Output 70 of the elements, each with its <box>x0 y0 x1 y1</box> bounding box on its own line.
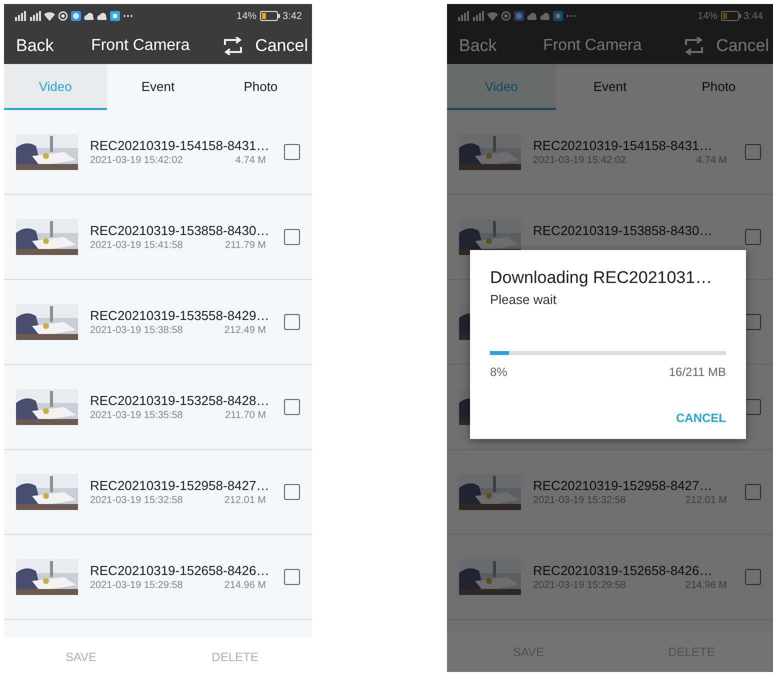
signal-icon <box>29 11 41 21</box>
cancel-button[interactable]: Cancel <box>712 36 773 56</box>
checkbox[interactable] <box>284 399 300 415</box>
back-button[interactable]: Back <box>12 36 58 56</box>
file-date: 2021-03-19 15:42:02 <box>90 154 183 166</box>
app-icon <box>553 11 563 21</box>
file-size: 212.01 M <box>224 494 266 506</box>
battery-percent: 14% <box>698 10 718 22</box>
checkbox[interactable] <box>284 314 300 330</box>
tab[interactable]: Photo <box>209 64 312 110</box>
checkbox[interactable] <box>745 229 761 245</box>
checkbox[interactable] <box>284 484 300 500</box>
wifi-icon <box>44 11 55 21</box>
file-name: REC20210319-152658-8426… <box>533 562 714 578</box>
screen-title: Front Camera <box>542 37 643 55</box>
screen-title: Front Camera <box>90 37 191 55</box>
file-date: 2021-03-19 15:35:58 <box>90 410 183 422</box>
checkbox[interactable] <box>284 229 300 245</box>
file-date: 2021-03-19 15:41:58 <box>90 240 183 252</box>
checkbox[interactable] <box>745 484 761 500</box>
tab[interactable]: Video <box>4 64 107 110</box>
wifi-icon <box>487 11 498 21</box>
battery-icon <box>720 11 741 21</box>
file-name: REC20210319-152658-8426… <box>90 562 270 578</box>
progress-size: 16/211 MB <box>668 365 726 379</box>
circle-icon <box>58 11 68 21</box>
checkbox[interactable] <box>284 144 300 160</box>
file-size: 211.79 M <box>225 240 266 252</box>
signal-icon <box>14 11 26 21</box>
circle-icon <box>501 11 511 21</box>
more-icon <box>566 14 576 18</box>
checkbox[interactable] <box>284 569 300 585</box>
app-icon <box>71 11 81 21</box>
file-size: 4.74 M <box>235 154 266 166</box>
file-size: 211.70 M <box>225 410 266 422</box>
switch-camera-icon[interactable] <box>223 37 244 55</box>
file-name: REC20210319-153258-8428… <box>90 392 270 408</box>
file-name: REC20210319-153858-8430… <box>533 222 714 238</box>
app-icon <box>514 11 524 21</box>
battery-percent: 14% <box>236 10 257 22</box>
signal-icon <box>457 11 469 21</box>
file-date: 2021-03-19 15:38:58 <box>90 324 183 336</box>
file-date: 2021-03-19 15:32:58 <box>90 494 183 506</box>
clock-time: 3:44 <box>744 10 763 22</box>
checkbox[interactable] <box>745 569 761 585</box>
back-button[interactable]: Back <box>455 36 501 56</box>
switch-camera-icon[interactable] <box>684 37 704 55</box>
file-size: 212.49 M <box>224 324 266 336</box>
file-name: REC20210319-153858-8430… <box>90 222 270 238</box>
checkbox[interactable] <box>745 144 761 160</box>
tab[interactable]: Photo <box>664 64 773 110</box>
battery-icon <box>260 11 280 21</box>
file-name: REC20210319-154158-8431… <box>90 138 270 152</box>
tab[interactable]: Event <box>106 64 210 110</box>
file-name: REC20210319-154158-8431… <box>533 138 714 152</box>
cancel-button[interactable]: CANCEL <box>676 411 726 425</box>
file-size: 214.96 M <box>224 580 266 592</box>
signal-icon <box>472 11 484 21</box>
tab[interactable]: Event <box>556 64 664 110</box>
progress-percent: 8% <box>490 365 508 379</box>
clock-time: 3:42 <box>282 10 302 22</box>
file-name: REC20210319-152958-8427… <box>533 478 714 492</box>
file-name: REC20210319-152958-8427… <box>90 478 270 492</box>
dialog-message: Please wait <box>490 292 558 307</box>
file-date: 2021-03-19 15:29:58 <box>90 580 183 592</box>
file-name: REC20210319-153558-8429… <box>90 308 270 322</box>
cancel-button[interactable]: Cancel <box>251 36 312 56</box>
more-icon <box>123 14 133 18</box>
app-icon <box>110 11 120 21</box>
dialog-title: Downloading REC2021031… <box>490 268 714 288</box>
